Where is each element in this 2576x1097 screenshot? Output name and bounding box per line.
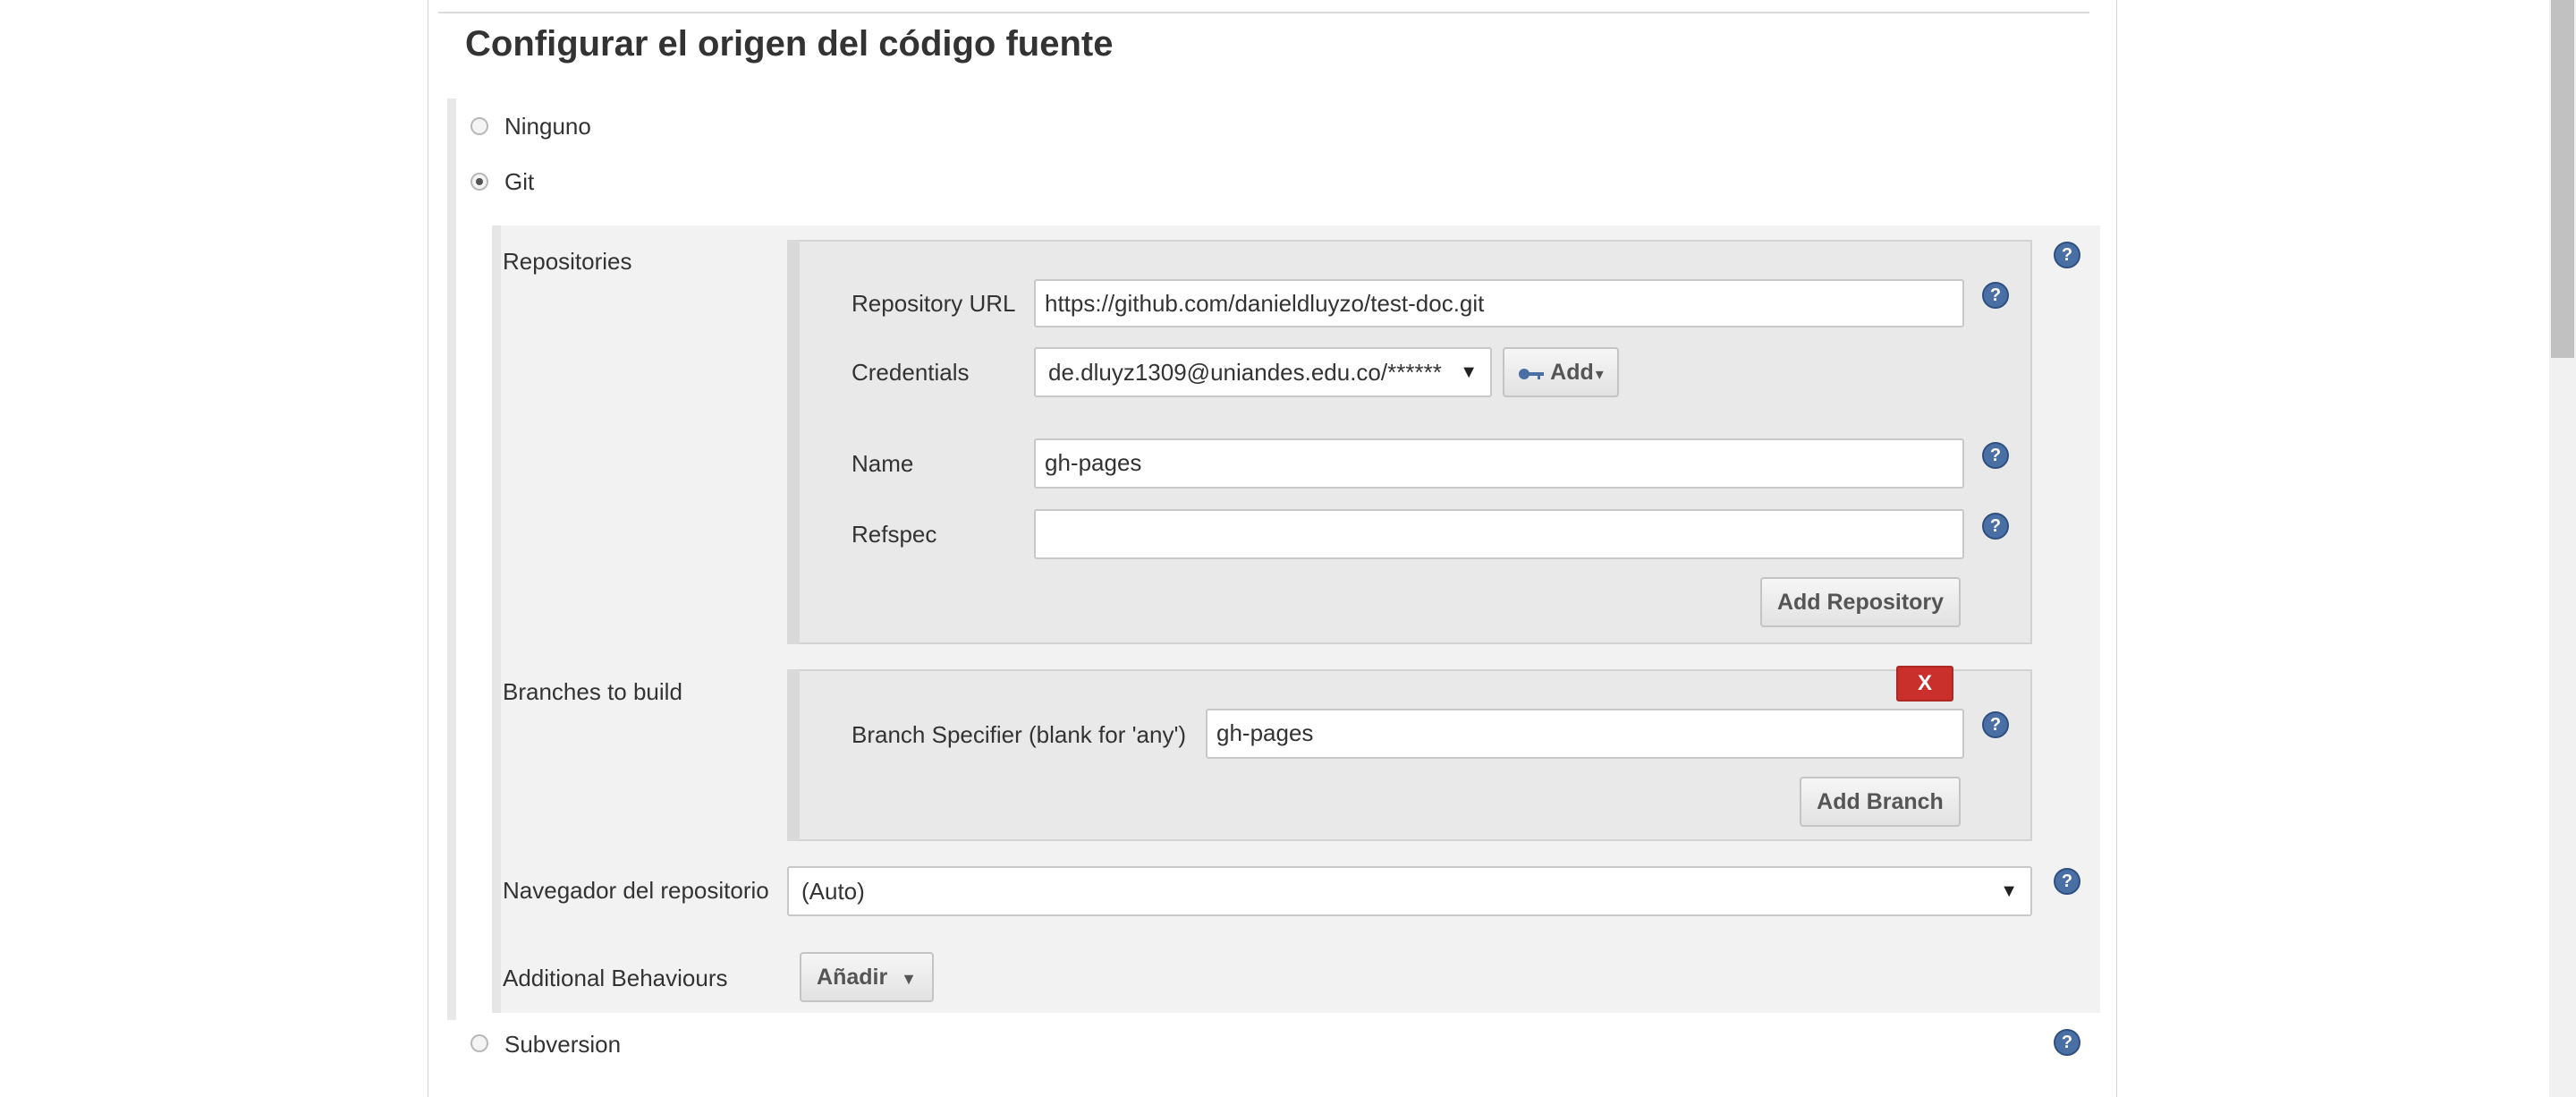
page-right-border <box>2116 0 2117 1097</box>
credentials-value: de.dluyz1309@uniandes.edu.co/****** <box>1048 359 1442 386</box>
branches-to-build-label: Branches to build <box>503 678 682 705</box>
scm-git-radio[interactable] <box>470 173 488 191</box>
repository-url-label: Repository URL <box>852 290 1016 317</box>
section-divider <box>438 12 2089 13</box>
refspec-help-icon[interactable]: ? <box>1982 513 2009 540</box>
refspec-input[interactable] <box>1034 509 1964 559</box>
scm-subversion-radio[interactable] <box>470 1034 488 1052</box>
repositories-label: Repositories <box>503 248 632 275</box>
scm-none-label[interactable]: Ninguno <box>504 113 591 140</box>
add-credentials-button[interactable]: Add ▾ <box>1503 347 1619 397</box>
repo-browser-label: Navegador del repositorio <box>503 877 769 904</box>
credentials-select[interactable]: de.dluyz1309@uniandes.edu.co/****** ▼ <box>1034 347 1492 397</box>
git-indent-bar <box>492 225 501 1013</box>
branch-specifier-input[interactable]: gh-pages <box>1206 709 1964 759</box>
repositories-help-icon[interactable]: ? <box>2054 242 2080 268</box>
caret-down-icon: ▼ <box>2000 881 2018 901</box>
add-repository-button[interactable]: Add Repository <box>1760 577 1961 627</box>
name-help-icon[interactable]: ? <box>1982 442 2009 469</box>
caret-down-icon: ▼ <box>1460 362 1478 382</box>
scrollbar-thumb[interactable] <box>2551 0 2574 358</box>
caret-down-icon: ▼ <box>901 970 917 988</box>
scm-indent-bar <box>447 98 456 1020</box>
add-behaviour-label: Añadir <box>817 965 888 990</box>
repository-url-input[interactable]: https://github.com/danieldluyzo/test-doc… <box>1034 279 1964 327</box>
add-credentials-label: Add <box>1550 360 1594 385</box>
name-label: Name <box>852 450 914 477</box>
branch-box-bar <box>787 669 800 841</box>
scm-subversion-label[interactable]: Subversion <box>504 1031 621 1059</box>
subversion-help-icon[interactable]: ? <box>2054 1029 2080 1056</box>
scm-none-radio[interactable] <box>470 117 488 135</box>
scm-git-label[interactable]: Git <box>504 168 534 196</box>
add-branch-button[interactable]: Add Branch <box>1800 777 1961 827</box>
repository-url-help-icon[interactable]: ? <box>1982 282 2009 309</box>
additional-behaviours-label: Additional Behaviours <box>503 965 728 991</box>
key-icon <box>1518 350 1545 396</box>
repo-browser-help-icon[interactable]: ? <box>2054 868 2080 895</box>
repo-browser-value: (Auto) <box>801 878 865 905</box>
branch-specifier-label: Branch Specifier (blank for 'any') <box>852 721 1187 748</box>
add-behaviour-button[interactable]: Añadir ▼ <box>800 952 934 1002</box>
refspec-label: Refspec <box>852 521 937 548</box>
section-title: Configurar el origen del código fuente <box>465 24 1114 64</box>
repository-box-bar <box>787 240 800 644</box>
branch-specifier-help-icon[interactable]: ? <box>1982 711 2009 738</box>
caret-down-icon: ▾ <box>1595 365 1604 383</box>
repo-browser-select[interactable]: (Auto) ▼ <box>787 866 2032 916</box>
delete-branch-button[interactable]: X <box>1896 666 1953 702</box>
credentials-label: Credentials <box>852 359 970 386</box>
repository-name-input[interactable]: gh-pages <box>1034 438 1964 489</box>
